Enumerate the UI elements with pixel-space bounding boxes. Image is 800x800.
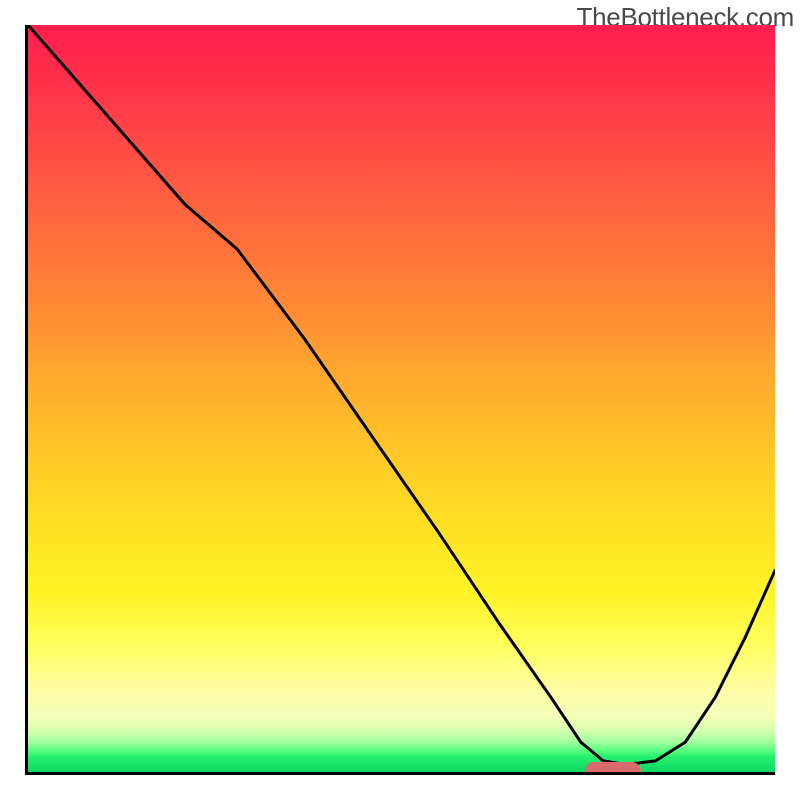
- plot-area: [25, 25, 775, 775]
- optimal-marker: [585, 762, 641, 775]
- chart-stage: TheBottleneck.com: [0, 0, 800, 800]
- bottleneck-curve: [28, 25, 775, 772]
